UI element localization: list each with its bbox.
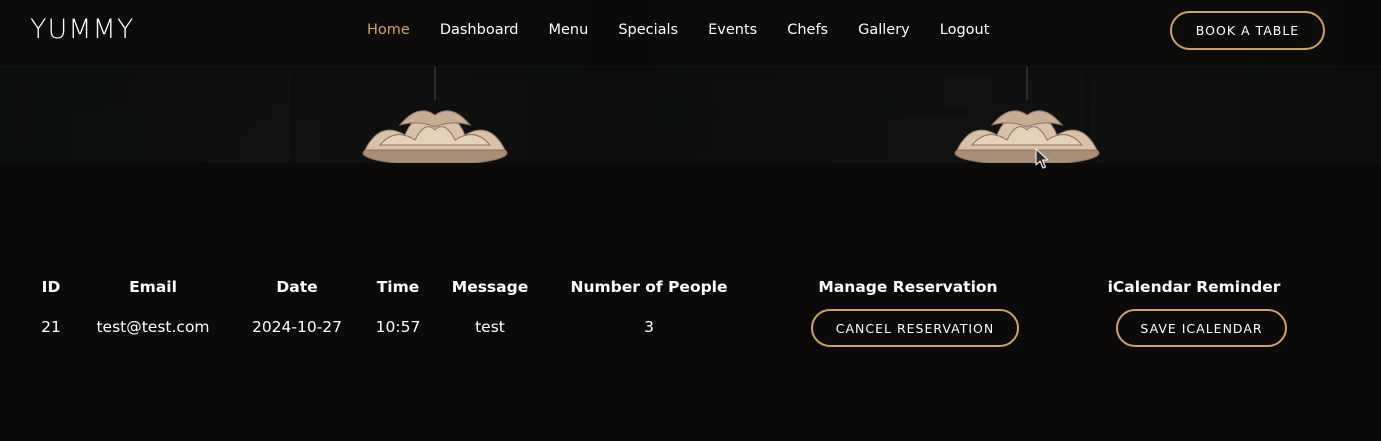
nav-item-specials[interactable]: Specials bbox=[618, 22, 678, 38]
cell-message: test bbox=[475, 318, 505, 336]
reservations-grid: ID Email Date Time Message Number of Peo… bbox=[0, 268, 1381, 368]
cell-id: 21 bbox=[41, 318, 61, 336]
nav-item-gallery[interactable]: Gallery bbox=[858, 22, 910, 38]
column-header-manage: Manage Reservation bbox=[818, 278, 998, 296]
cell-date: 2024-10-27 bbox=[251, 318, 343, 336]
cell-time: 10:57 bbox=[375, 318, 421, 336]
site-header: YUMMY Home Dashboard Menu Specials Event… bbox=[0, 0, 1381, 67]
save-icalendar-button[interactable]: SAVE ICALENDAR bbox=[1116, 309, 1287, 347]
ceiling-beam bbox=[290, 67, 296, 163]
column-header-id: ID bbox=[41, 278, 61, 296]
column-header-time: Time bbox=[376, 278, 420, 296]
column-header-email: Email bbox=[129, 278, 177, 296]
ceiling-beam bbox=[650, 110, 970, 114]
nav-item-chefs[interactable]: Chefs bbox=[787, 22, 828, 38]
column-header-message: Message bbox=[451, 278, 529, 296]
mouse-pointer-icon bbox=[1035, 148, 1049, 169]
column-header-people: Number of People bbox=[570, 278, 728, 296]
nav-item-logout[interactable]: Logout bbox=[940, 22, 990, 38]
column-header-icalendar: iCalendar Reminder bbox=[1107, 278, 1281, 296]
column-header-date: Date bbox=[276, 278, 318, 296]
book-a-table-button[interactable]: BOOK A TABLE bbox=[1170, 11, 1325, 50]
cell-people: 3 bbox=[644, 318, 654, 336]
cancel-reservation-button[interactable]: CANCEL RESERVATION bbox=[811, 309, 1019, 347]
site-logo[interactable]: YUMMY bbox=[30, 14, 134, 45]
nav-item-menu[interactable]: Menu bbox=[549, 22, 589, 38]
pendant-lamp-icon bbox=[362, 65, 508, 163]
ceiling-beam bbox=[0, 67, 1381, 73]
cell-email: test@test.com bbox=[96, 318, 210, 336]
nav-item-dashboard[interactable]: Dashboard bbox=[440, 22, 519, 38]
pendant-lamp-icon bbox=[954, 65, 1100, 163]
nav-item-home[interactable]: Home bbox=[367, 22, 410, 38]
nav-item-events[interactable]: Events bbox=[708, 22, 757, 38]
main-nav: Home Dashboard Menu Specials Events Chef… bbox=[367, 22, 1019, 38]
